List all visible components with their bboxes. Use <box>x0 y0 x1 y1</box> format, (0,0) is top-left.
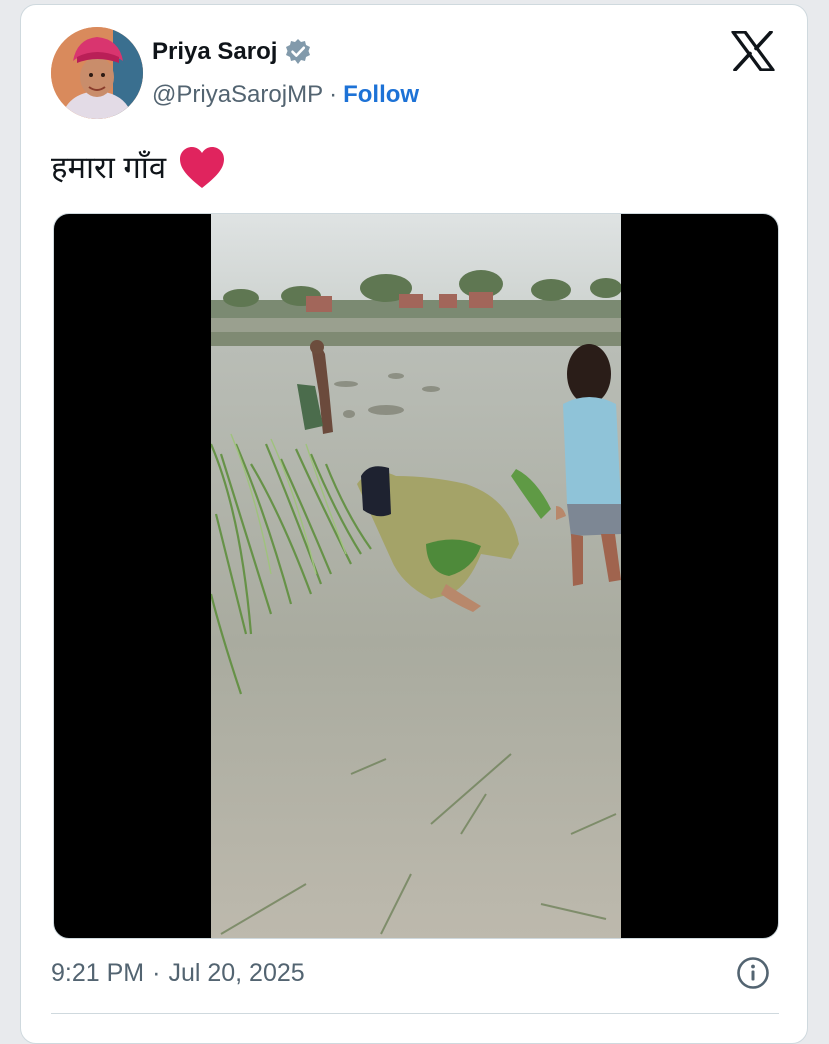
author-display-name[interactable]: Priya Saroj <box>152 37 277 67</box>
follow-button[interactable]: Follow <box>343 79 419 111</box>
tweet-text-row: हमारा गाँव <box>51 145 226 191</box>
info-icon[interactable] <box>736 956 770 990</box>
author-handle-row: @PriyaSarojMP · Follow <box>152 79 419 111</box>
timestamp-separator: · <box>152 959 161 987</box>
author-name-row[interactable]: Priya Saroj <box>152 37 313 67</box>
x-logo-icon[interactable] <box>731 30 775 72</box>
avatar[interactable] <box>51 27 143 119</box>
avatar-photo <box>51 27 143 119</box>
red-heart-icon <box>178 146 226 190</box>
rice-paddy-scene <box>211 214 621 938</box>
tweet-video[interactable] <box>53 213 779 939</box>
verified-badge-icon <box>283 37 313 67</box>
tweet-date: Jul 20, 2025 <box>168 959 305 987</box>
tweet-time: 9:21 PM <box>51 959 145 987</box>
divider <box>51 1013 779 1014</box>
separator-dot: · <box>329 81 338 108</box>
author-handle[interactable]: @PriyaSarojMP <box>152 79 323 111</box>
tweet-card: Priya Saroj @PriyaSarojMP · Follow हमारा… <box>20 4 808 1044</box>
tweet-timestamp[interactable]: 9:21 PM · Jul 20, 2025 <box>51 955 305 991</box>
tweet-text: हमारा गाँव <box>51 150 167 185</box>
video-frame <box>211 214 621 938</box>
